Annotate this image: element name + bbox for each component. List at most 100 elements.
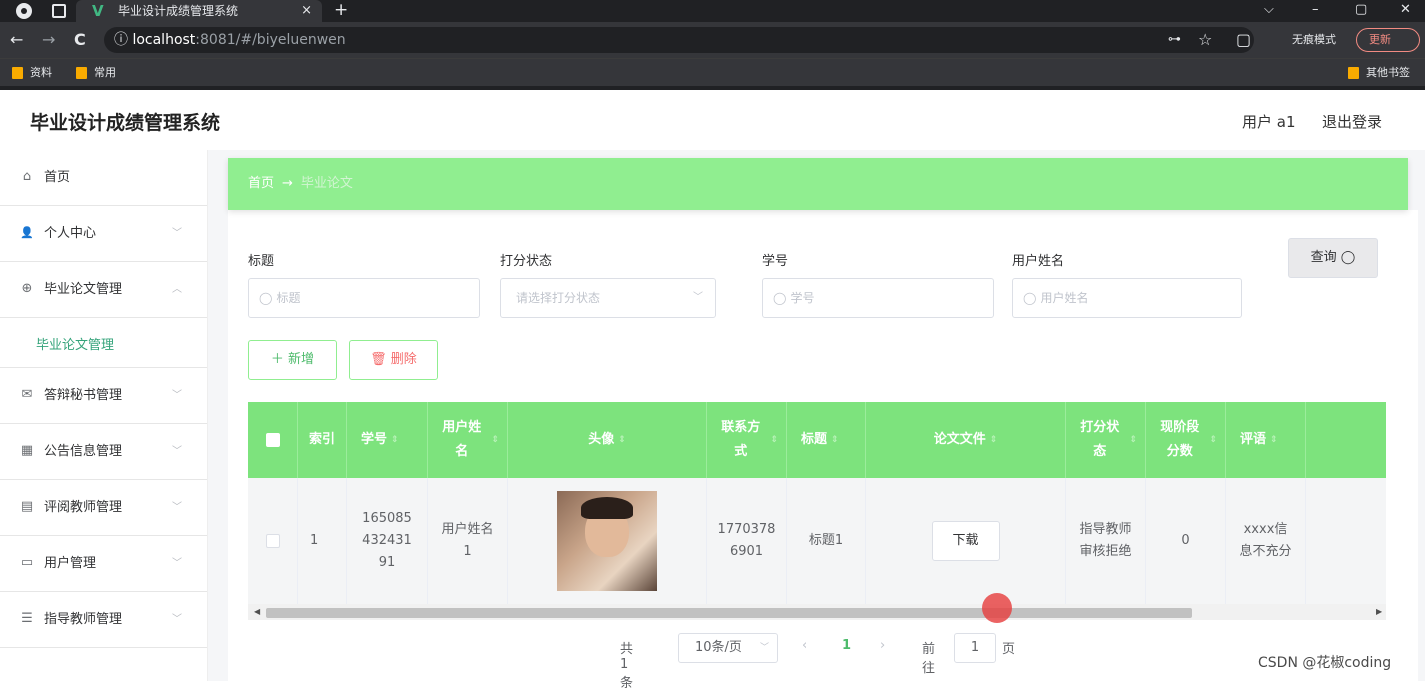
site-info-icon[interactable]: ⓘ	[114, 32, 128, 48]
download-button[interactable]: 下载	[931, 521, 1000, 561]
sort-icon[interactable]: ⇕	[1209, 428, 1217, 452]
avatar[interactable]	[557, 491, 657, 591]
sidebar-subitem-thesis[interactable]: 毕业论文管理	[0, 318, 207, 368]
sidebar-item-notice[interactable]: ▦ 公告信息管理 ﹀	[0, 424, 207, 480]
username-placeholder: 用户姓名	[1040, 291, 1089, 305]
chevron-down-icon: ﹀	[172, 446, 182, 457]
column-header-actions	[1306, 402, 1386, 478]
message-icon: ✉	[21, 387, 33, 402]
next-page-button[interactable]: ›	[880, 638, 885, 653]
delete-button[interactable]: 🗑 删除	[349, 340, 438, 380]
cell-username: 用户姓名1	[428, 478, 508, 604]
sidebar-item-home[interactable]: ⌂ 首页	[0, 150, 207, 206]
chrome-icon[interactable]	[16, 3, 32, 19]
select-all-checkbox[interactable]	[265, 433, 280, 447]
sidebar: ⌂ 首页 👤 个人中心 ﹀ ⊕ 毕业论文管理 ︿ 毕业论文管理 ✉ 答辩秘书管理…	[0, 150, 208, 681]
column-header-file[interactable]: 论文文件 ⇕	[866, 402, 1066, 478]
other-bookmarks[interactable]: 其他书签	[1348, 59, 1410, 87]
add-button[interactable]: ＋ 新增	[248, 340, 337, 380]
sidebar-subitem-label: 毕业论文管理	[36, 338, 115, 353]
student-no-input[interactable]: ◯ 学号	[762, 278, 994, 318]
scroll-right-icon[interactable]: ▶	[1376, 604, 1382, 620]
chevron-down-icon: ﹀	[172, 502, 182, 513]
title-placeholder: 标题	[276, 291, 301, 305]
sidebar-item-reviewer[interactable]: ▤ 评阅教师管理 ﹀	[0, 480, 207, 536]
browser-tab[interactable]: V 毕业设计成绩管理系统 ×	[76, 0, 322, 22]
forward-icon[interactable]: →	[42, 22, 55, 58]
update-button[interactable]: 更新	[1356, 28, 1420, 52]
page-icon	[52, 4, 66, 18]
column-header-label: 联系方式	[721, 420, 761, 459]
back-icon[interactable]: ←	[10, 22, 23, 58]
sort-icon[interactable]: ⇕	[618, 428, 626, 452]
sidepanel-icon[interactable]: ▢	[1236, 22, 1251, 58]
row-checkbox[interactable]	[265, 534, 280, 548]
title-input[interactable]: ◯ 标题	[248, 278, 480, 318]
column-header-avatar[interactable]: 头像 ⇕	[508, 402, 707, 478]
breadcrumb-separator: →	[282, 176, 293, 191]
username-input[interactable]: ◯ 用户姓名	[1012, 278, 1242, 318]
new-tab-button[interactable]: +	[334, 0, 348, 20]
table-header: 索引 学号 ⇕ 用户姓名 ⇕ 头像 ⇕ 联系方式 ⇕ 标题 ⇕ 论文文件 ⇕ 打分状态 ⇕ 现…	[248, 402, 1386, 478]
tab-close-icon[interactable]: ×	[301, 0, 312, 22]
logout-link[interactable]: 退出登录	[1322, 111, 1382, 132]
page-size-select[interactable]: 10条/页 ﹀	[678, 633, 778, 663]
sort-icon[interactable]: ⇕	[1129, 428, 1137, 452]
sort-icon[interactable]: ⇕	[1270, 428, 1278, 452]
sort-icon[interactable]: ⇕	[491, 428, 499, 452]
column-header-title[interactable]: 标题 ⇕	[787, 402, 866, 478]
sort-icon[interactable]: ⇕	[770, 428, 778, 452]
tab-search-icon[interactable]: ⌵	[1264, 0, 1274, 20]
username-label: 用户姓名	[1012, 254, 1065, 269]
sort-icon[interactable]: ⇕	[391, 428, 399, 452]
compass-icon: ⊕	[21, 281, 33, 296]
breadcrumb-current: 毕业论文	[300, 176, 353, 191]
restore-icon[interactable]: ▢	[1355, 0, 1367, 20]
sidebar-item-profile[interactable]: 👤 个人中心 ﹀	[0, 206, 207, 262]
reload-icon[interactable]: C	[74, 22, 86, 58]
sidebar-item-label: 用户管理	[44, 556, 97, 571]
cell-contact: 17703786901	[707, 478, 787, 604]
bookmark-star-icon[interactable]: ☆	[1198, 22, 1212, 58]
select-all-header[interactable]	[248, 402, 298, 478]
page-number-current[interactable]: 1	[842, 638, 851, 653]
breadcrumb-home[interactable]: 首页	[248, 176, 274, 191]
sort-icon[interactable]: ⇕	[831, 428, 839, 452]
incognito-label[interactable]: 无痕模式	[1264, 30, 1336, 50]
horizontal-scrollbar[interactable]: ◀ ▶	[248, 604, 1386, 620]
page-suffix-label: 页	[1002, 642, 1016, 657]
url-field[interactable]: ⓘ localhost:8081/#/biyeluenwen	[104, 27, 1254, 53]
app-header: 毕业设计成绩管理系统 用户 a1 退出登录	[0, 90, 1425, 150]
sidebar-item-advisor[interactable]: ☰ 指导教师管理 ﹀	[0, 592, 207, 648]
column-header-student-no[interactable]: 学号 ⇕	[347, 402, 428, 478]
url-host: localhost	[132, 32, 196, 48]
bookmark-folder-1[interactable]: 资料	[12, 59, 52, 87]
sidebar-item-users[interactable]: ▭ 用户管理 ﹀	[0, 536, 207, 592]
sidebar-item-label: 指导教师管理	[44, 612, 123, 627]
cell-student-no: 16508543243191	[347, 478, 428, 604]
table-row[interactable]: 1 16508543243191 用户姓名1 17703786901 标题1 下…	[248, 478, 1386, 604]
column-header-score[interactable]: 现阶段分数 ⇕	[1146, 402, 1226, 478]
row-select-cell[interactable]	[248, 478, 298, 604]
column-header-username[interactable]: 用户姓名 ⇕	[428, 402, 508, 478]
sort-icon[interactable]: ⇕	[990, 428, 998, 452]
scroll-left-icon[interactable]: ◀	[254, 604, 260, 620]
sidebar-item-secretary[interactable]: ✉ 答辩秘书管理 ﹀	[0, 368, 207, 424]
home-icon: ⌂	[22, 169, 32, 184]
cell-comment: xxxx信息不充分	[1226, 478, 1306, 604]
score-status-select[interactable]: 请选择打分状态 ﹀	[500, 278, 716, 318]
column-header-comment[interactable]: 评语 ⇕	[1226, 402, 1306, 478]
goto-page-input[interactable]: 1	[954, 633, 996, 663]
scrollbar-thumb[interactable]	[266, 608, 1192, 618]
column-header-score-status[interactable]: 打分状态 ⇕	[1066, 402, 1146, 478]
column-header-label: 打分状态	[1080, 420, 1120, 459]
query-button[interactable]: 查询 ◯	[1288, 238, 1378, 278]
bookmark-folder-2[interactable]: 常用	[76, 59, 116, 87]
sidebar-item-thesis[interactable]: ⊕ 毕业论文管理 ︿	[0, 262, 207, 318]
prev-page-button[interactable]: ‹	[802, 638, 807, 653]
column-header-contact[interactable]: 联系方式 ⇕	[707, 402, 787, 478]
minimize-icon[interactable]: –	[1312, 0, 1319, 20]
key-icon[interactable]: ⊶	[1168, 22, 1181, 58]
page-size-value: 10条/页	[695, 640, 742, 655]
window-close-icon[interactable]: ✕	[1400, 0, 1411, 20]
